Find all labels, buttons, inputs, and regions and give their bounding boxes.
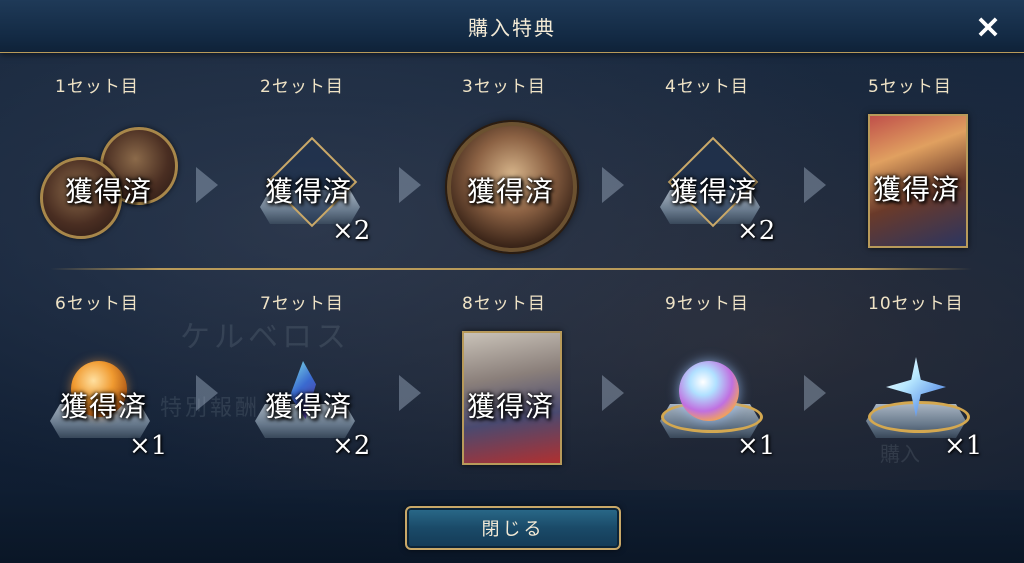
- close-button[interactable]: 閉じる: [405, 506, 621, 550]
- quantity-label: ×2: [332, 216, 371, 246]
- acquired-badge: 獲得済: [60, 390, 148, 423]
- chevron-right-icon: [602, 375, 624, 411]
- reward-slot-label: 8セット目: [462, 294, 546, 314]
- chevron-right-icon: [196, 375, 218, 411]
- quantity-label: ×2: [332, 431, 371, 461]
- row-divider: [50, 268, 972, 270]
- dialog-title: 購入特典: [468, 16, 556, 40]
- chevron-right-icon: [804, 167, 826, 203]
- reward-slot-label: 7セット目: [260, 294, 344, 314]
- quantity-label: ×1: [944, 431, 983, 461]
- chevron-right-icon: [602, 167, 624, 203]
- chevron-right-icon: [399, 167, 421, 203]
- chevron-right-icon: [804, 375, 826, 411]
- acquired-badge: 獲得済: [65, 175, 153, 208]
- reward-slot-label: 9セット目: [665, 294, 749, 314]
- quantity-label: ×1: [737, 431, 776, 461]
- acquired-badge: 獲得済: [467, 175, 555, 208]
- purchase-bonus-dialog: ケルベロス 特別報酬 購入 購入特典 × 1セット目 獲得済 2セット目 獲得済…: [0, 0, 1024, 563]
- reward-slot-label: 4セット目: [665, 77, 749, 97]
- acquired-badge: 獲得済: [670, 175, 758, 208]
- reward-slot-label: 1セット目: [55, 77, 139, 97]
- acquired-badge: 獲得済: [467, 390, 555, 423]
- quantity-label: ×2: [737, 216, 776, 246]
- acquired-badge: 獲得済: [265, 175, 353, 208]
- reward-slot-label: 2セット目: [260, 77, 344, 97]
- reward-slot-label: 6セット目: [55, 294, 139, 314]
- reward-slot-10: 10セット目 ×1: [866, 289, 1024, 489]
- reward-slot-label: 5セット目: [868, 77, 952, 97]
- close-icon[interactable]: ×: [970, 7, 1006, 45]
- reward-slot-5: 5セット目 獲得済: [868, 72, 1024, 272]
- acquired-badge: 獲得済: [265, 390, 353, 423]
- acquired-badge: 獲得済: [873, 173, 961, 206]
- quantity-label: ×1: [129, 431, 168, 461]
- chevron-right-icon: [399, 375, 421, 411]
- reward-slot-label: 10セット目: [868, 294, 964, 314]
- reward-slot-label: 3セット目: [462, 77, 546, 97]
- dialog-header: 購入特典 ×: [0, 0, 1024, 53]
- chevron-right-icon: [196, 167, 218, 203]
